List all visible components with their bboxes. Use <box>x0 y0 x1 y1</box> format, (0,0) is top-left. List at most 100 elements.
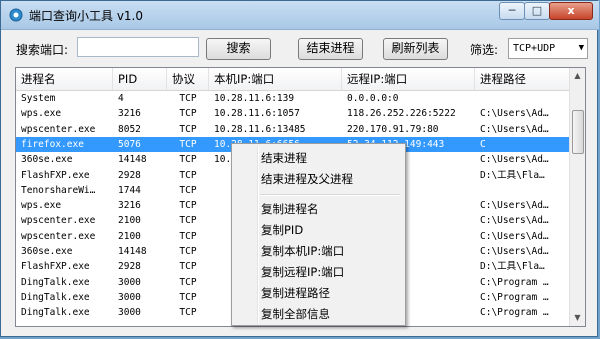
cell-protocol: TCP <box>179 276 197 288</box>
cell-pid: 2100 <box>118 230 141 242</box>
cell-process-name: wpscenter.exe <box>21 215 96 227</box>
filter-select[interactable]: TCP+UDP ▼ <box>508 38 588 59</box>
cell-pid: 3216 <box>118 108 141 120</box>
app-window: 端口查询小工具 v1.0 ─ □ x 搜索端口: 搜索 结束进程 刷新列表 筛选… <box>0 0 599 337</box>
menu-item-end-process[interactable]: 结束进程 <box>232 148 405 168</box>
cell-pid: 14148 <box>118 154 147 166</box>
menu-item-copy-pid[interactable]: 复制PID <box>232 220 405 240</box>
cell-protocol: TCP <box>179 246 197 257</box>
search-label: 搜索端口: <box>16 43 69 57</box>
column-header-remote-address[interactable]: 远程IP:端口 <box>342 68 475 90</box>
cell-process-name: 360se.exe <box>21 154 73 166</box>
cell-remote-address: 0.0.0.0:0 <box>347 93 399 104</box>
cell-process-path: C:\Users\Ad… <box>480 154 549 166</box>
cell-pid: 3000 <box>118 307 141 319</box>
cell-protocol: TCP <box>179 93 197 104</box>
chevron-down-icon: ▼ <box>578 43 584 53</box>
cell-protocol: TCP <box>179 200 197 212</box>
cell-protocol: TCP <box>179 215 197 227</box>
context-menu: 结束进程 结束进程及父进程 复制进程名 复制PID 复制本机IP:端口 复制远程… <box>231 143 406 326</box>
cell-process-name: System <box>21 93 56 104</box>
menu-item-copy-remote-address[interactable]: 复制远程IP:端口 <box>232 262 405 282</box>
menu-item-end-process-and-parent[interactable]: 结束进程及父进程 <box>232 169 405 189</box>
cell-protocol: TCP <box>179 307 197 319</box>
list-header: 进程名 PID 协议 本机IP:端口 远程IP:端口 进程路径 <box>16 68 572 91</box>
cell-pid: 8052 <box>118 123 141 135</box>
filter-value: TCP+UDP <box>513 43 556 54</box>
cell-process-name: firefox.exe <box>21 138 84 150</box>
vertical-scrollbar[interactable]: ▲ ▼ <box>569 68 585 326</box>
maximize-button[interactable]: □ <box>524 2 550 20</box>
filter-label: 筛选: <box>470 43 499 57</box>
arrow-up-icon[interactable]: ▲ <box>570 68 585 84</box>
cell-pid: 14148 <box>118 246 147 257</box>
cell-process-path <box>475 91 572 106</box>
cell-process-path: C:\Users\Ad… <box>480 215 549 227</box>
cell-protocol: TCP <box>179 261 197 273</box>
arrow-down-icon[interactable]: ▼ <box>570 310 585 326</box>
cell-pid: 2100 <box>118 215 141 227</box>
column-header-protocol[interactable]: 协议 <box>167 68 209 90</box>
end-process-button[interactable]: 结束进程 <box>298 38 363 60</box>
cell-pid: 3216 <box>118 200 141 212</box>
cell-protocol: TCP <box>179 169 197 181</box>
cell-process-path: C:\Program … <box>480 276 549 288</box>
cell-local-address: 10.28.11.6:13485 <box>214 123 306 135</box>
cell-process-name: wps.exe <box>21 108 62 120</box>
menu-separator <box>260 194 400 196</box>
table-row[interactable]: System 4 TCP 10.28.11.6:139 0.0.0.0:0 <box>16 91 572 106</box>
cell-pid: 1744 <box>118 184 141 196</box>
cell-process-path: C:\Program … <box>480 307 549 319</box>
cell-process-path: D:\工具\Fla… <box>480 261 545 273</box>
table-row[interactable]: wpscenter.exe 8052 TCP 10.28.11.6:13485 220.… <box>16 122 572 137</box>
menu-item-copy-all-info[interactable]: 复制全部信息 <box>232 304 405 324</box>
cell-remote-address: 118.26.252.226:5222 <box>347 108 456 120</box>
cell-process-name: DingTalk.exe <box>21 307 90 319</box>
column-header-pid[interactable]: PID <box>113 68 167 90</box>
cell-process-path <box>475 183 572 198</box>
cell-protocol: TCP <box>179 123 197 135</box>
cell-process-name: wpscenter.exe <box>21 230 96 242</box>
column-header-process-path[interactable]: 进程路径 <box>475 68 572 90</box>
cell-process-name: 360se.exe <box>21 246 73 257</box>
cell-process-path: C:\Users\Ad… <box>480 123 549 135</box>
refresh-list-button[interactable]: 刷新列表 <box>383 38 448 60</box>
network-port-icon <box>9 8 23 22</box>
cell-protocol: TCP <box>179 108 197 120</box>
cell-local-address: 10.28.11.6:139 <box>214 93 295 104</box>
close-button[interactable]: x <box>549 2 593 20</box>
cell-local-address: 10.28.11.6:1057 <box>214 108 300 120</box>
cell-protocol: TCP <box>179 230 197 242</box>
title-bar[interactable]: 端口查询小工具 v1.0 ─ □ x <box>1 1 599 30</box>
cell-pid: 4 <box>118 93 124 104</box>
cell-remote-address: 220.170.91.79:80 <box>347 123 439 135</box>
cell-protocol: TCP <box>179 291 197 303</box>
toolbar: 搜索端口: 搜索 结束进程 刷新列表 筛选: TCP+UDP ▼ <box>1 29 599 67</box>
column-header-local-address[interactable]: 本机IP:端口 <box>209 68 342 90</box>
cell-process-path: C:\Users\Ad… <box>480 246 549 257</box>
cell-pid: 2928 <box>118 261 141 273</box>
cell-process-name: DingTalk.exe <box>21 276 90 288</box>
cell-process-name: FlashFXP.exe <box>21 169 90 181</box>
cell-pid: 2928 <box>118 169 141 181</box>
cell-process-name: DingTalk.exe <box>21 291 90 303</box>
menu-item-copy-process-path[interactable]: 复制进程路径 <box>232 283 405 303</box>
scrollbar-thumb[interactable] <box>572 110 584 154</box>
cell-process-path: C:\Users\Ad… <box>480 108 549 120</box>
cell-pid: 3000 <box>118 276 141 288</box>
table-row[interactable]: wps.exe 3216 TCP 10.28.11.6:1057 118.26.252.… <box>16 106 572 121</box>
cell-process-path: C:\Users\Ad… <box>480 200 549 212</box>
column-header-process-name[interactable]: 进程名 <box>16 68 113 90</box>
minimize-button[interactable]: ─ <box>499 2 525 20</box>
cell-process-name: wps.exe <box>21 200 62 212</box>
cell-process-name: FlashFXP.exe <box>21 261 90 273</box>
cell-protocol: TCP <box>179 184 197 196</box>
cell-process-name: wpscenter.exe <box>21 123 96 135</box>
search-input[interactable] <box>77 37 199 57</box>
cell-process-path: C <box>480 138 486 150</box>
cell-process-path: C:\Users\Ad… <box>480 230 549 242</box>
menu-item-copy-process-name[interactable]: 复制进程名 <box>232 199 405 219</box>
search-button[interactable]: 搜索 <box>206 38 271 60</box>
cell-pid: 5076 <box>118 138 141 150</box>
menu-item-copy-local-address[interactable]: 复制本机IP:端口 <box>232 241 405 261</box>
